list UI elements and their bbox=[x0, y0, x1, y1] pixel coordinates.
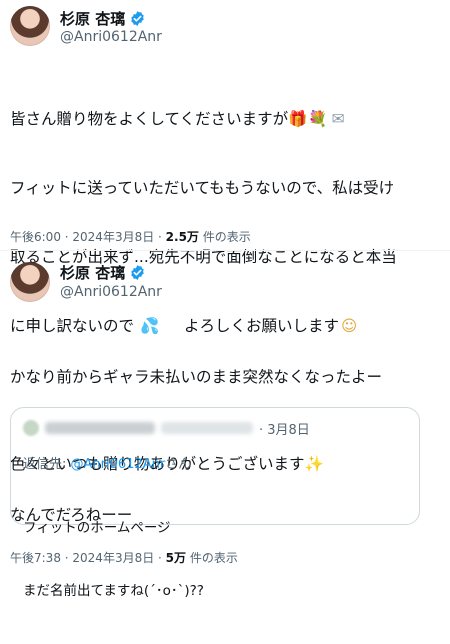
timestamp[interactable]: 午後6:00 bbox=[10, 230, 61, 244]
handle[interactable]: @Anri0612Anr bbox=[60, 29, 162, 45]
envelope-icon: ✉ bbox=[331, 110, 345, 128]
timestamp[interactable]: 午後7:38 bbox=[10, 551, 61, 565]
handle[interactable]: @Anri0612Anr bbox=[60, 284, 162, 300]
quoted-tweet[interactable]: · 3月8日 返信先: @Anri0612Anrさん フィットのホームページ ま… bbox=[10, 407, 420, 599]
reply-to-handle[interactable]: @Anri0612Anr bbox=[71, 457, 166, 472]
quoted-date: · 3月8日 bbox=[259, 423, 310, 438]
display-name[interactable]: 杉原 杏璃 bbox=[60, 8, 125, 29]
view-count: 2.5万 bbox=[165, 230, 199, 244]
verified-badge-icon bbox=[131, 265, 144, 280]
avatar[interactable] bbox=[10, 6, 50, 46]
tweet-2[interactable]: 杉原 杏璃 @Anri0612Anr かなり前からギャラ未払いのまま突然なくなっ… bbox=[0, 250, 450, 599]
tweet-meta: 午後6:00 · 2024年3月8日 · 2.5万 件の表示 bbox=[10, 230, 251, 244]
tweet-text-line: かなり前からギャラ未払いのまま突然なくなったよー bbox=[10, 368, 383, 386]
tweet-text-line: フィットに送っていただいてももうないので、私は受け bbox=[10, 179, 395, 197]
view-count: 5万 bbox=[165, 551, 187, 565]
tweet-meta: 午後7:38 · 2024年3月8日 · 5万 件の表示 bbox=[10, 551, 238, 565]
tweet-text-line: 皆さん贈り物をよくしてくださいますが bbox=[10, 110, 289, 128]
bouquet-icon: 💐 bbox=[308, 110, 328, 128]
tweet-1[interactable]: 杉原 杏璃 @Anri0612Anr 皆さん贈り物をよくしてくださいますが🎁💐 ✉… bbox=[0, 0, 450, 473]
quoted-avatar-blurred bbox=[23, 420, 39, 436]
gift-icon: 🎁 bbox=[288, 110, 308, 128]
date[interactable]: 2024年3月8日 bbox=[72, 230, 154, 244]
quoted-handle-blurred bbox=[161, 422, 253, 434]
avatar[interactable] bbox=[10, 262, 50, 302]
verified-badge-icon bbox=[131, 11, 144, 26]
quoted-name-blurred bbox=[45, 422, 155, 434]
views-label: 件の表示 bbox=[189, 551, 238, 565]
views-label: 件の表示 bbox=[202, 230, 251, 244]
display-name[interactable]: 杉原 杏璃 bbox=[60, 262, 125, 283]
reply-to: 返信先: @Anri0612Anrさん bbox=[23, 457, 192, 472]
date[interactable]: 2024年3月8日 bbox=[72, 551, 154, 565]
